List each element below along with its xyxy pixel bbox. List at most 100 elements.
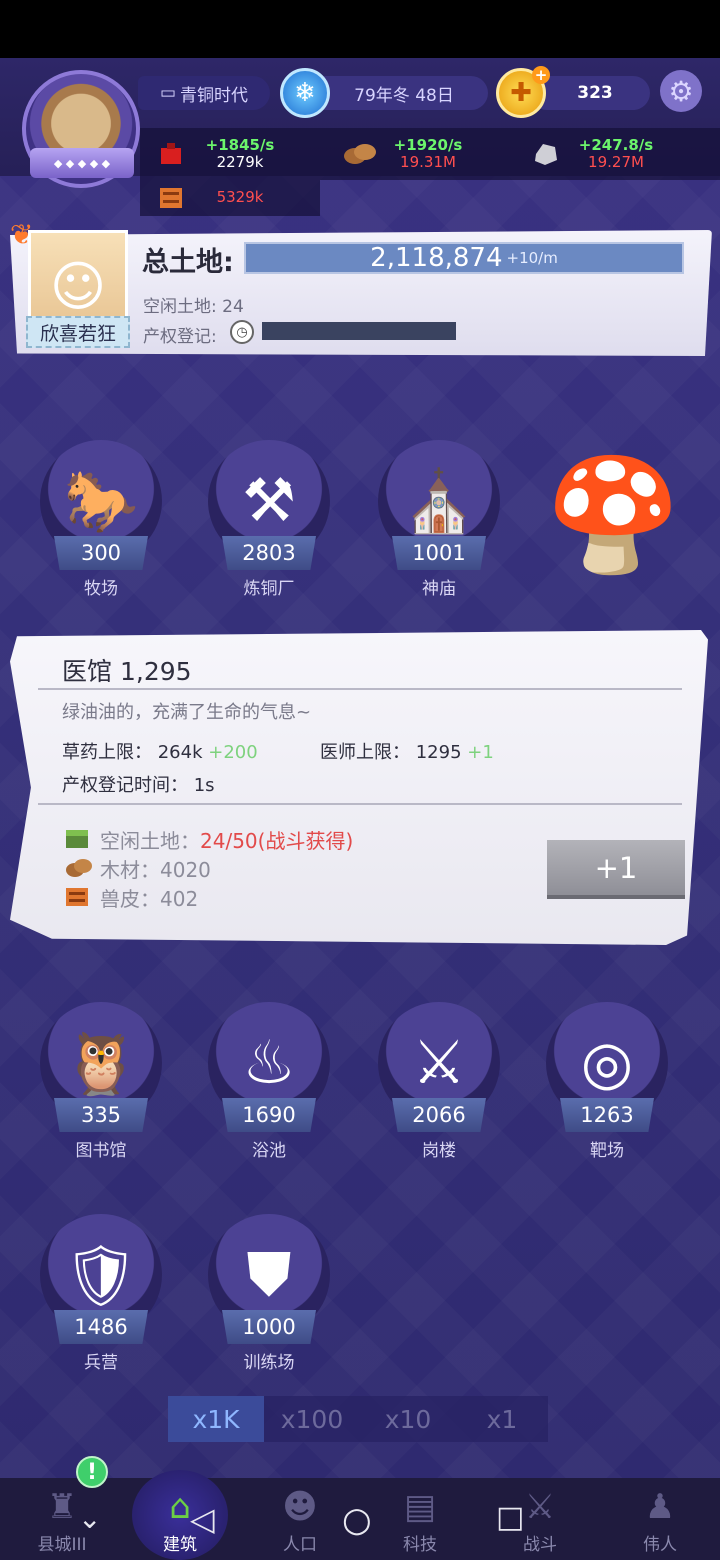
- hide-amount: 5329k: [216, 188, 264, 206]
- date-label: 79年冬 48日: [354, 85, 454, 106]
- building-archery-range[interactable]: ◎ 1263 靶场: [542, 1002, 672, 1161]
- recents-icon[interactable]: □: [496, 1500, 524, 1535]
- wood-rate: +1920/s: [393, 136, 463, 154]
- multiplier-x10[interactable]: x10: [360, 1396, 456, 1442]
- building-count: 2803: [222, 536, 316, 570]
- land-title: 总土地:: [142, 247, 234, 278]
- nav-label: 伟人: [643, 1535, 677, 1555]
- wood-resource: +1920/s 19.31M: [380, 137, 476, 171]
- detail-building-count: 1,295: [120, 657, 192, 686]
- red-resource: +1845/s 2279k: [190, 137, 290, 171]
- building-copper-smelter[interactable]: ⚒ 2803 炼铜厂: [204, 440, 334, 599]
- herb-limit: 草药上限： 264k +200: [62, 738, 258, 764]
- doctor-limit-value: 1295: [415, 742, 462, 763]
- red-resource-amount: 2279k: [216, 153, 264, 171]
- status-bar: [0, 0, 720, 58]
- doctor-limit-label: 医师上限：: [320, 742, 410, 763]
- gold-pill[interactable]: 323: [530, 76, 650, 110]
- herb-limit-label: 草药上限：: [62, 742, 152, 763]
- building-count: 2066: [392, 1098, 486, 1132]
- building-count: 300: [54, 536, 148, 570]
- building-barracks[interactable]: 🛡 1486 兵营: [36, 1214, 166, 1373]
- doctor-limit: 医师上限： 1295 +1: [320, 738, 494, 764]
- building-watchtower[interactable]: ⚔ 2066 岗楼: [374, 1002, 504, 1161]
- land-rate: +10/m: [506, 249, 558, 267]
- multiplier-x100[interactable]: x100: [264, 1396, 360, 1442]
- building-bathhouse[interactable]: ♨ 1690 浴池: [204, 1002, 334, 1161]
- snowflake-icon[interactable]: ❄: [280, 68, 330, 118]
- land-total-bar: 2,118,874 +10/m: [244, 242, 684, 274]
- nav-population[interactable]: ☻ 人口: [250, 1484, 350, 1555]
- building-library[interactable]: 🦉 335 图书馆: [36, 1002, 166, 1161]
- nav-label: 建筑: [163, 1535, 197, 1555]
- register-time-value: 1s: [193, 775, 215, 796]
- back-icon[interactable]: ◁: [190, 1500, 215, 1538]
- stone-icon: [535, 144, 557, 165]
- req-land: 空闲土地：24/50(战斗获得): [100, 825, 353, 854]
- land-total: 2,118,874: [370, 243, 503, 273]
- req-land-label: 空闲土地：: [100, 829, 200, 853]
- building-name: 炼铜厂: [243, 579, 295, 599]
- detail-title: 医馆 1,295: [62, 652, 192, 688]
- gear-icon[interactable]: ⚙: [660, 70, 702, 112]
- statue-icon: ♟: [644, 1487, 676, 1527]
- stone-resource: +247.8/s 19.27M: [566, 137, 666, 171]
- multiplier-x1[interactable]: x1: [456, 1396, 548, 1442]
- divider: [38, 803, 682, 805]
- building-name: 兵营: [84, 1353, 118, 1373]
- req-hide: 兽皮：402: [100, 883, 198, 912]
- building-name: 浴池: [252, 1141, 286, 1161]
- avatar-ribbon: ◆ ◆ ◆ ◆ ◆: [30, 148, 134, 178]
- building-count: 1263: [560, 1098, 654, 1132]
- building-count: 335: [54, 1098, 148, 1132]
- building-count: 1690: [222, 1098, 316, 1132]
- req-land-value: 24: [200, 829, 226, 853]
- alert-badge: !: [76, 1456, 108, 1488]
- building-name: 训练场: [243, 1353, 295, 1373]
- building-training-ground[interactable]: ⛊ 1000 训练场: [204, 1214, 334, 1373]
- clock-icon: ◷: [230, 320, 254, 344]
- nav-label: 科技: [403, 1535, 437, 1555]
- detail-building-name: 医馆: [62, 657, 113, 686]
- req-land-total: /50(战斗获得): [225, 829, 354, 853]
- building-name: 靶场: [590, 1141, 624, 1161]
- building-name: 图书馆: [75, 1141, 127, 1161]
- clinic-building-icon[interactable]: 🍄: [528, 415, 698, 615]
- req-wood-label: 木材：: [100, 858, 160, 882]
- nav-buildings[interactable]: ⌂ 建筑: [130, 1484, 230, 1555]
- register-progress-bar: [262, 322, 456, 340]
- gold-amount: 323: [577, 83, 613, 103]
- multiplier-x1k[interactable]: x1K: [168, 1396, 264, 1442]
- wood-amount: 19.31M: [400, 153, 456, 171]
- stone-rate: +247.8/s: [578, 136, 654, 154]
- build-plus-one-button[interactable]: +1: [547, 840, 685, 895]
- building-temple[interactable]: ⛪ 1001 神庙: [374, 440, 504, 599]
- hide-icon: [160, 188, 182, 208]
- chevron-down-icon[interactable]: ⌄: [78, 1502, 101, 1535]
- idle-land: 空闲土地: 24: [143, 297, 244, 317]
- era-pill[interactable]: ▭ 青铜时代: [138, 76, 270, 110]
- req-hide-label: 兽皮：: [100, 887, 160, 911]
- building-name: 岗楼: [422, 1141, 456, 1161]
- building-count: 1001: [392, 536, 486, 570]
- era-label: 青铜时代: [180, 85, 249, 106]
- divider: [38, 688, 682, 690]
- detail-description: 绿油油的，充满了生命的气息~: [62, 702, 312, 723]
- building-count: 1000: [222, 1310, 316, 1344]
- nav-technology[interactable]: ▤ 科技: [370, 1484, 470, 1555]
- add-gold-icon[interactable]: +: [532, 66, 550, 84]
- person-icon: ☻: [282, 1487, 318, 1527]
- building-name: 神庙: [422, 579, 456, 599]
- building-ranch[interactable]: 🐎 300 牧场: [36, 440, 166, 599]
- home-icon[interactable]: ○: [342, 1500, 372, 1540]
- character-mood-label: 欣喜若狂: [26, 316, 130, 348]
- bed-icon: ▭: [159, 83, 177, 103]
- req-wood: 木材：4020: [100, 854, 211, 883]
- nav-label: 人口: [283, 1535, 317, 1555]
- property-register-label: 产权登记:: [143, 327, 217, 347]
- hide-icon: [66, 888, 88, 906]
- nav-great-people[interactable]: ♟ 伟人: [610, 1484, 710, 1555]
- hide-resource: 5329k: [200, 189, 280, 206]
- register-time-label: 产权登记时间：: [62, 775, 188, 796]
- building-count: 1486: [54, 1310, 148, 1344]
